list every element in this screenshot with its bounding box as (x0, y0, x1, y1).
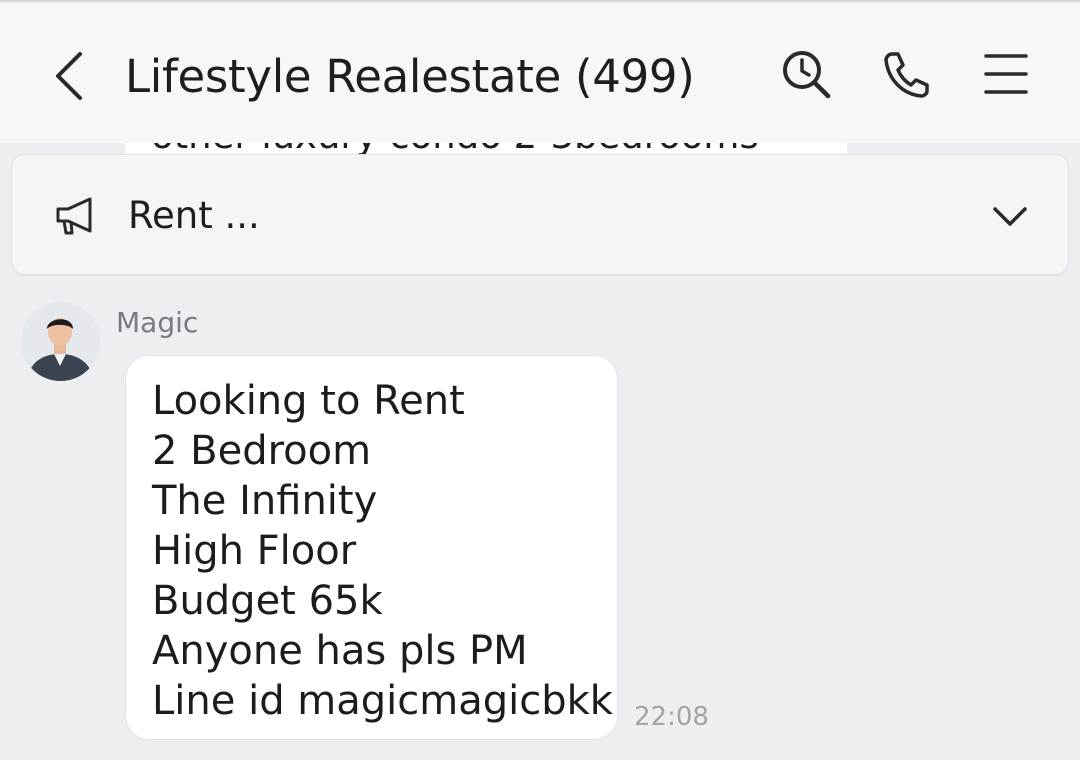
announcement-text: Rent ... (128, 194, 260, 237)
avatar[interactable] (21, 302, 100, 381)
message-line: Looking to Rent (152, 378, 465, 424)
avatar-image (21, 302, 100, 381)
chat-header: Lifestyle Realestate (499) (0, 0, 1080, 143)
message-line: The Infinity (152, 478, 378, 524)
chat-title: Lifestyle Realestate (499) (125, 50, 695, 103)
menu-button[interactable] (978, 46, 1034, 102)
call-button[interactable] (878, 46, 934, 102)
message-timestamp: 22:08 (634, 702, 709, 732)
message-line: Budget 65k (152, 578, 383, 624)
chevron-down-icon[interactable] (990, 197, 1030, 237)
back-button[interactable] (46, 46, 96, 106)
phone-icon (884, 52, 929, 98)
message-line: Anyone has pls PM (152, 628, 528, 674)
sender-name: Magic (116, 306, 199, 339)
announcement-banner[interactable]: Rent ... (11, 154, 1069, 275)
message-line: High Floor (152, 528, 357, 574)
hamburger-menu-icon (984, 54, 1028, 94)
search-history-icon (783, 51, 831, 99)
back-chevron-icon (56, 52, 82, 100)
message-line: Line id magicmagicbkk (152, 678, 613, 724)
megaphone-icon (56, 197, 92, 235)
search-button[interactable] (778, 46, 834, 102)
message-bubble[interactable]: Looking to Rent 2 Bedroom The Infinity H… (125, 355, 618, 740)
message-line: 2 Bedroom (152, 428, 372, 474)
